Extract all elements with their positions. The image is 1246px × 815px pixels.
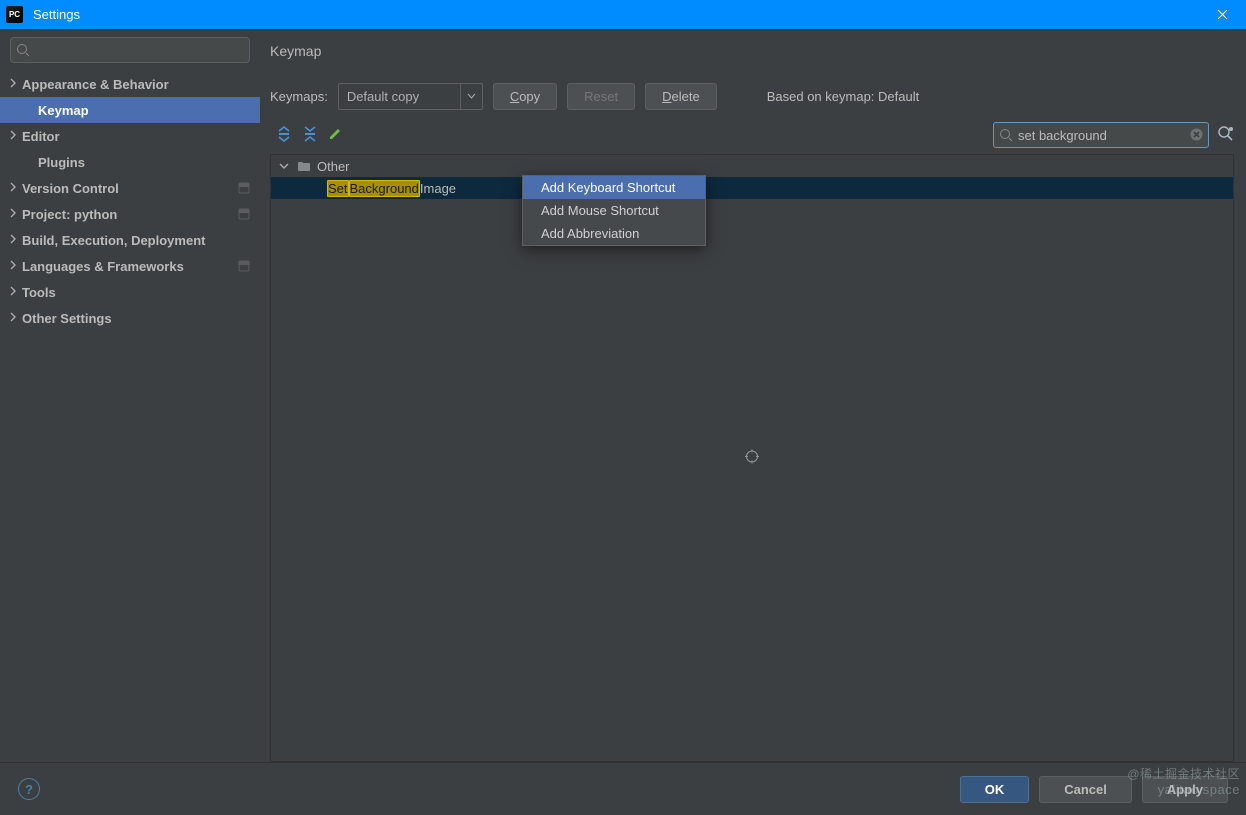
window-title: Settings [33, 7, 80, 22]
cancel-button[interactable]: Cancel [1039, 776, 1132, 803]
apply-button[interactable]: Apply [1142, 776, 1228, 803]
expand-all-icon[interactable] [276, 126, 292, 145]
action-search-input[interactable] [993, 122, 1209, 148]
sidebar-item-label: Build, Execution, Deployment [22, 233, 205, 248]
close-window-button[interactable] [1204, 0, 1240, 29]
copy-button[interactable]: Copy [493, 83, 557, 110]
sidebar-item-keymap[interactable]: Keymap [0, 97, 260, 123]
search-icon [16, 43, 30, 60]
close-icon [1217, 9, 1228, 20]
reset-button[interactable]: Reset [567, 83, 635, 110]
help-button[interactable]: ? [18, 778, 40, 800]
sidebar-item-label: Version Control [22, 181, 119, 196]
dialog-footer: ? OK Cancel Apply [0, 762, 1246, 815]
menu-add-abbreviation[interactable]: Add Abbreviation [523, 222, 705, 245]
expand-arrow-icon [6, 180, 20, 197]
action-tree[interactable]: Other Set Background Image [270, 154, 1234, 762]
app-logo: PC [6, 6, 23, 23]
project-scope-icon [238, 260, 250, 275]
expand-arrow-icon [277, 159, 291, 173]
context-menu: Add Keyboard Shortcut Add Mouse Shortcut… [522, 175, 706, 246]
crosshair-icon [745, 450, 759, 467]
sidebar-item-tools[interactable]: Tools [0, 279, 260, 305]
keymaps-label: Keymaps: [270, 89, 328, 104]
menu-add-mouse-shortcut[interactable]: Add Mouse Shortcut [523, 199, 705, 222]
collapse-all-icon[interactable] [302, 126, 318, 145]
project-scope-icon [238, 208, 250, 223]
keymaps-selected: Default copy [347, 89, 419, 104]
action-set-background-image[interactable]: Set Background Image [271, 177, 1233, 199]
sidebar-item-version-control[interactable]: Version Control [0, 175, 260, 201]
settings-tree[interactable]: Appearance & Behavior Keymap Editor Plugins… [0, 71, 260, 331]
expand-arrow-icon [6, 284, 20, 301]
delete-button[interactable]: Delete [645, 83, 717, 110]
titlebar: PC Settings [0, 0, 1246, 29]
folder-icon [297, 159, 311, 173]
sidebar-item-languages-frameworks[interactable]: Languages & Frameworks [0, 253, 260, 279]
expand-arrow-icon [6, 310, 20, 327]
expand-arrow-icon [6, 206, 20, 223]
dialog-body: Appearance & Behavior Keymap Editor Plugins… [0, 29, 1246, 762]
action-search[interactable] [993, 122, 1209, 148]
keymap-toolbar: Keymaps: Default copy Copy Reset Delete … [270, 83, 1234, 110]
sidebar-item-label: Project: python [22, 207, 117, 222]
find-by-shortcut-icon[interactable] [1217, 125, 1234, 145]
expand-arrow-icon [6, 76, 20, 93]
highlight: Background [349, 180, 420, 197]
settings-sidebar: Appearance & Behavior Keymap Editor Plugins… [0, 30, 260, 762]
sidebar-item-build-execution-deployment[interactable]: Build, Execution, Deployment [0, 227, 260, 253]
sidebar-item-label: Plugins [38, 155, 85, 170]
sidebar-item-label: Languages & Frameworks [22, 259, 184, 274]
keymap-panel: Keymap Keymaps: Default copy Copy Reset … [260, 30, 1246, 762]
ok-button[interactable]: OK [960, 776, 1030, 803]
sidebar-item-plugins[interactable]: Plugins [0, 149, 260, 175]
project-scope-icon [238, 182, 250, 197]
highlight: Set [327, 180, 349, 197]
sidebar-search[interactable] [10, 37, 250, 63]
sidebar-item-editor[interactable]: Editor [0, 123, 260, 149]
expand-arrow-icon [6, 128, 20, 145]
window-controls [1204, 0, 1240, 29]
group-other[interactable]: Other [271, 155, 1233, 177]
expand-arrow-icon [6, 232, 20, 249]
sidebar-item-project-python[interactable]: Project: python [0, 201, 260, 227]
edit-icon[interactable] [328, 126, 343, 144]
sidebar-item-label: Keymap [38, 103, 89, 118]
page-title: Keymap [270, 37, 1234, 65]
sidebar-item-label: Other Settings [22, 311, 112, 326]
sidebar-item-label: Tools [22, 285, 56, 300]
menu-add-keyboard-shortcut[interactable]: Add Keyboard Shortcut [523, 176, 705, 199]
clear-search-icon[interactable] [1190, 128, 1203, 144]
sidebar-search-input[interactable] [10, 37, 250, 63]
keymap-icon-toolbar [270, 122, 1234, 148]
based-on-label: Based on keymap: Default [767, 89, 919, 104]
sidebar-item-label: Editor [22, 129, 60, 144]
settings-dialog: PC Settings Appearance & Behavior Keymap E… [0, 0, 1246, 815]
keymaps-dropdown[interactable]: Default copy [338, 83, 483, 110]
search-icon [999, 128, 1013, 145]
group-label: Other [317, 159, 350, 174]
sidebar-item-other-settings[interactable]: Other Settings [0, 305, 260, 331]
dropdown-arrow-icon [460, 84, 482, 109]
sidebar-item-appearance-behavior[interactable]: Appearance & Behavior [0, 71, 260, 97]
expand-arrow-icon [6, 258, 20, 275]
sidebar-item-label: Appearance & Behavior [22, 77, 169, 92]
